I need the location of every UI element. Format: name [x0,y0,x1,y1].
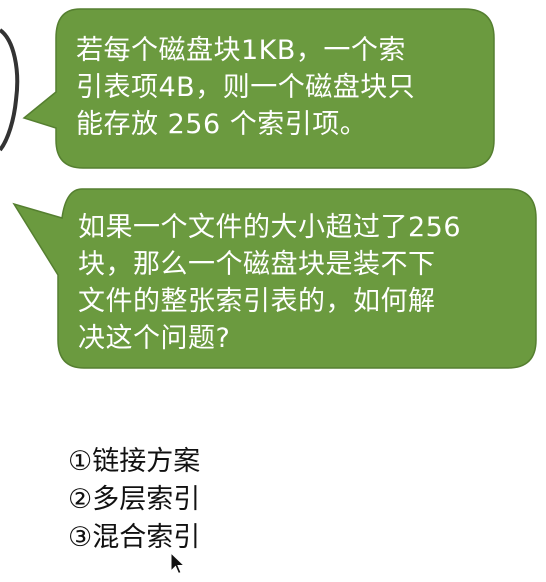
option-linked-scheme: ①链接方案 [68,446,201,477]
option-multilevel-index: ②多层索引 [68,484,201,515]
slide-canvas: 若每个磁盘块1KB，一个索 引表项4B，则一个磁盘块只 能存放 256 个索引项… [0,0,546,582]
bubble-2-line: 文件的整张索引表的，如何解 [78,286,436,317]
bubble-1-line: 能存放 256 个索引项。 [76,109,368,140]
bubble-1-line: 引表项4B，则一个磁盘块只 [76,72,416,103]
solution-options-list: ①链接方案 ②多层索引 ③混合索引 [68,443,200,557]
bubble-2-line: 决这个问题? [78,323,231,354]
bubble-2-line: 块，那么一个磁盘块是装不下 [78,249,436,280]
mouse-pointer-icon [170,552,186,575]
bubble-1-line: 若每个磁盘块1KB，一个索 [76,35,406,66]
speech-bubble-2-text: 如果一个文件的大小超过了256 块，那么一个磁盘块是装不下 文件的整张索引表的，… [78,209,461,357]
speech-bubble-1-text: 若每个磁盘块1KB，一个索 引表项4B，则一个磁盘块只 能存放 256 个索引项… [76,32,415,143]
bubble-2-line: 如果一个文件的大小超过了256 [78,212,462,243]
